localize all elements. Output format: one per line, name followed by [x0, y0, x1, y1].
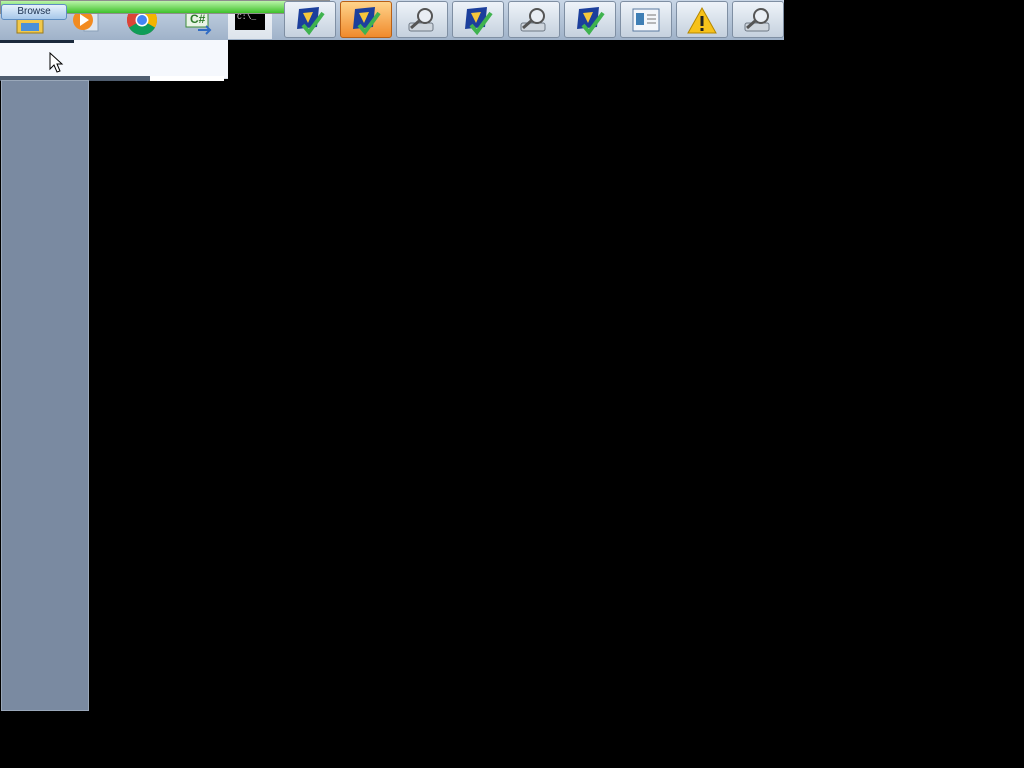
- taskbar-window-8[interactable]: [676, 1, 728, 38]
- browse-button[interactable]: Browse: [1, 4, 67, 20]
- taskbar-window-6[interactable]: [564, 1, 616, 38]
- taskbar-window-5[interactable]: [508, 1, 560, 38]
- panel-shadow-right: [150, 76, 224, 81]
- svg-text:C#: C#: [190, 12, 206, 26]
- side-pane[interactable]: [1, 80, 89, 711]
- taskbar: C# C:\_ Browse: [0, 0, 784, 40]
- warning-icon: [687, 6, 717, 33]
- taskbar-window-7[interactable]: [620, 1, 672, 38]
- magnifier-drive-icon: [408, 7, 434, 31]
- taskbar-window-9[interactable]: [732, 1, 784, 38]
- window-app-icon: [632, 8, 660, 31]
- shield-check-icon: [297, 6, 325, 35]
- shield-check-icon: [577, 6, 605, 35]
- shield-check-icon: [465, 6, 493, 35]
- svg-text:C:\_: C:\_: [237, 13, 256, 22]
- dropdown-panel[interactable]: [0, 40, 228, 79]
- magnifier-drive-icon: [744, 7, 770, 31]
- shield-warning-icon: [353, 6, 381, 35]
- mouse-cursor-icon: [49, 52, 64, 73]
- magnifier-drive-icon: [520, 7, 546, 31]
- taskbar-window-2[interactable]: [340, 1, 392, 38]
- taskbar-window-3[interactable]: [396, 1, 448, 38]
- panel-divider: [0, 40, 74, 43]
- taskbar-window-1[interactable]: [284, 1, 336, 38]
- taskbar-window-4[interactable]: [452, 1, 504, 38]
